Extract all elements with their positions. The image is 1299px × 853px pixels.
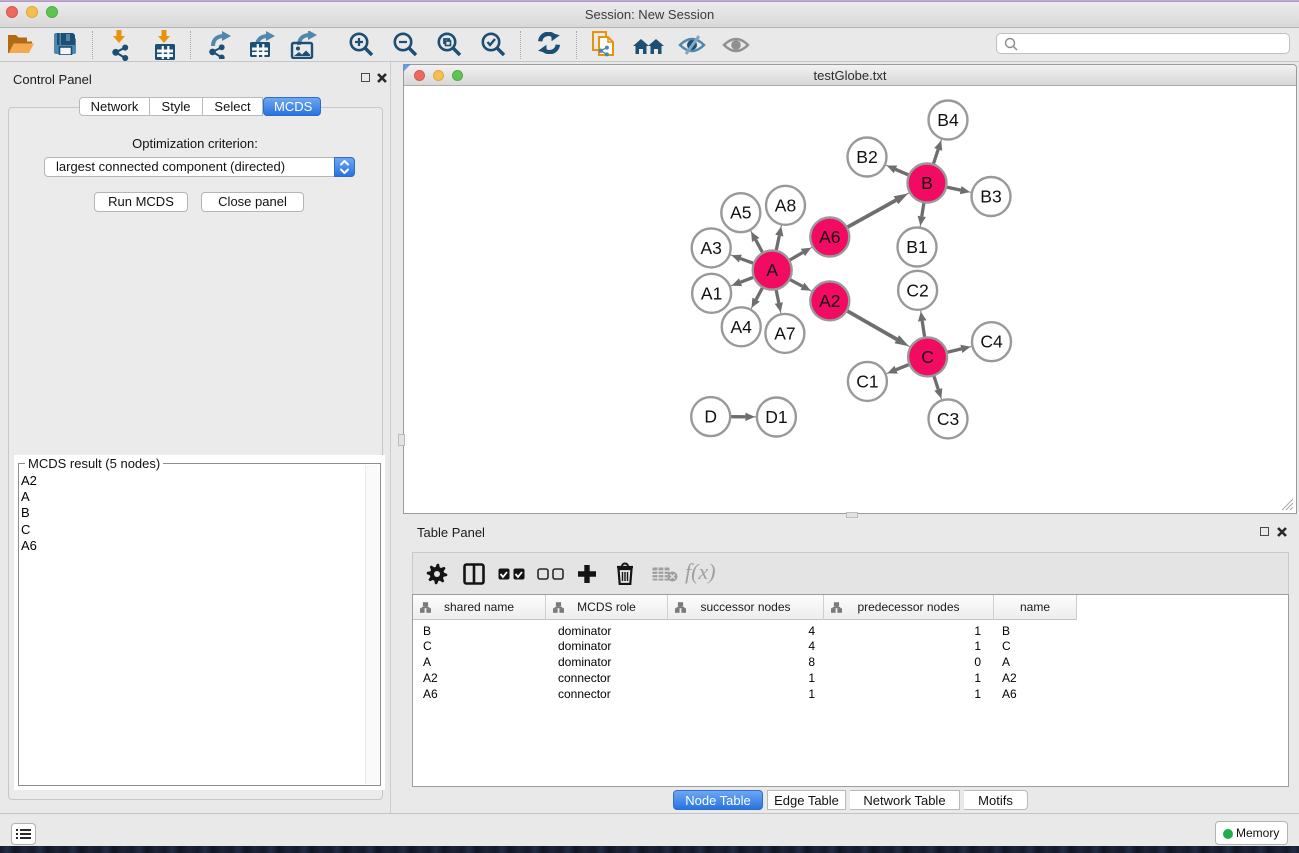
svg-text:A: A xyxy=(766,260,778,280)
svg-text:D1: D1 xyxy=(765,407,787,427)
svg-text:A8: A8 xyxy=(775,195,796,215)
svg-text:A3: A3 xyxy=(700,238,721,258)
svg-text:B3: B3 xyxy=(980,187,1001,207)
svg-text:D: D xyxy=(704,407,717,427)
svg-text:C3: C3 xyxy=(937,409,959,429)
svg-text:A4: A4 xyxy=(730,317,752,337)
svg-text:A1: A1 xyxy=(701,283,722,303)
svg-text:B2: B2 xyxy=(856,147,877,167)
svg-text:B4: B4 xyxy=(937,110,959,130)
svg-text:C1: C1 xyxy=(856,371,878,391)
svg-text:B: B xyxy=(921,173,933,193)
svg-text:A6: A6 xyxy=(819,227,840,247)
svg-text:C4: C4 xyxy=(980,332,1003,352)
svg-text:C: C xyxy=(921,347,934,367)
svg-text:C2: C2 xyxy=(906,280,928,300)
svg-text:A2: A2 xyxy=(819,291,840,311)
svg-text:A5: A5 xyxy=(730,203,751,223)
svg-text:A7: A7 xyxy=(774,323,795,343)
svg-text:B1: B1 xyxy=(906,237,927,257)
